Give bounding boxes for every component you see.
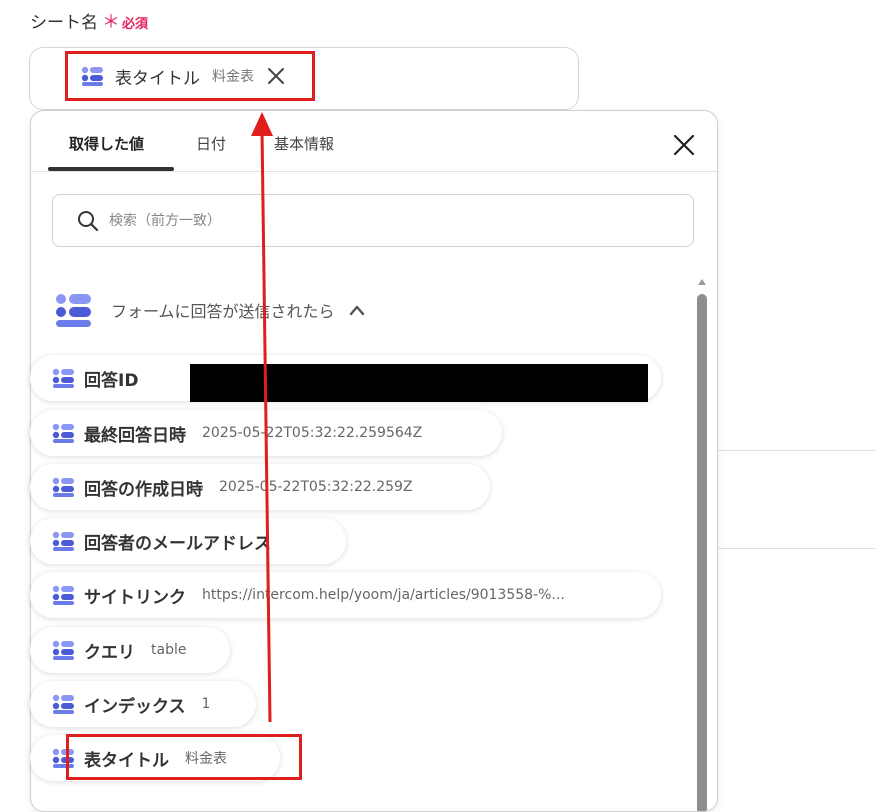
- search-box: [52, 194, 694, 247]
- list-icon: [52, 368, 74, 388]
- list-icon: [81, 66, 103, 86]
- list-icon: [52, 531, 74, 551]
- tab-date[interactable]: 日付: [196, 133, 226, 154]
- group-header[interactable]: フォームに回答が送信されたら: [55, 292, 365, 328]
- item-label: サイトリンク: [84, 587, 186, 608]
- tab-acquired-values[interactable]: 取得した値: [69, 133, 144, 154]
- field-label-text: シート名: [30, 13, 98, 33]
- item-value: 2025-05-22T05:32:22.259Z: [219, 479, 413, 495]
- list-icon: [52, 694, 74, 714]
- tab-bar: 取得した値 日付 基本情報: [31, 111, 717, 172]
- scrollbar-thumb[interactable]: [697, 294, 707, 811]
- item-value: 料金表: [185, 751, 227, 767]
- item-label: クエリ: [84, 642, 135, 663]
- list-icon: [52, 585, 74, 605]
- list-icon: [52, 748, 74, 768]
- list-icon: [56, 294, 91, 327]
- list-item-respondent-email[interactable]: 回答者のメールアドレス: [30, 518, 346, 564]
- item-label: インデックス: [84, 696, 186, 717]
- item-label: 最終回答日時: [84, 425, 186, 446]
- list-icon: [52, 423, 74, 443]
- list-item-response-created[interactable]: 回答の作成日時 2025-05-22T05:32:22.259Z: [30, 464, 490, 510]
- scroll-up-icon[interactable]: [698, 279, 706, 285]
- divider: [718, 548, 876, 549]
- item-label: 表タイトル: [84, 750, 169, 771]
- divider: [718, 450, 876, 451]
- close-icon[interactable]: [266, 66, 286, 86]
- group-title: フォームに回答が送信されたら: [111, 302, 335, 321]
- required-star: ＊: [102, 12, 120, 33]
- selected-chip[interactable]: 表タイトル 料金表: [69, 56, 311, 96]
- list-icon: [52, 477, 74, 497]
- field-label: シート名＊必須: [30, 8, 148, 34]
- selected-chip-label: 表タイトル: [115, 68, 200, 89]
- chevron-up-icon[interactable]: [349, 304, 365, 316]
- list-item-query[interactable]: クエリ table: [30, 627, 230, 673]
- item-label: 回答ID: [84, 370, 139, 391]
- item-label: 回答者のメールアドレス: [84, 533, 271, 554]
- list-item-index[interactable]: インデックス 1: [30, 681, 256, 727]
- selected-chip-value: 料金表: [212, 69, 254, 85]
- tab-basic-info[interactable]: 基本情報: [274, 133, 334, 154]
- list-item-site-link[interactable]: サイトリンク https://intercom.help/yoom/ja/art…: [30, 572, 661, 618]
- list-icon: [52, 640, 74, 660]
- close-icon[interactable]: [672, 133, 696, 157]
- item-label: 回答の作成日時: [84, 479, 203, 500]
- item-value: table: [151, 642, 187, 658]
- required-text: 必須: [122, 17, 149, 32]
- redaction-bar: [190, 364, 648, 402]
- search-icon: [78, 210, 99, 231]
- list-item-table-title[interactable]: 表タイトル 料金表: [30, 735, 280, 781]
- item-value: https://intercom.help/yoom/ja/articles/9…: [202, 587, 565, 603]
- search-input[interactable]: [107, 211, 611, 230]
- item-value: 1: [201, 696, 211, 712]
- item-value: 2025-05-22T05:32:22.259564Z: [202, 425, 423, 441]
- active-tab-indicator: [48, 167, 174, 171]
- list-item-last-response-time[interactable]: 最終回答日時 2025-05-22T05:32:22.259564Z: [30, 410, 502, 456]
